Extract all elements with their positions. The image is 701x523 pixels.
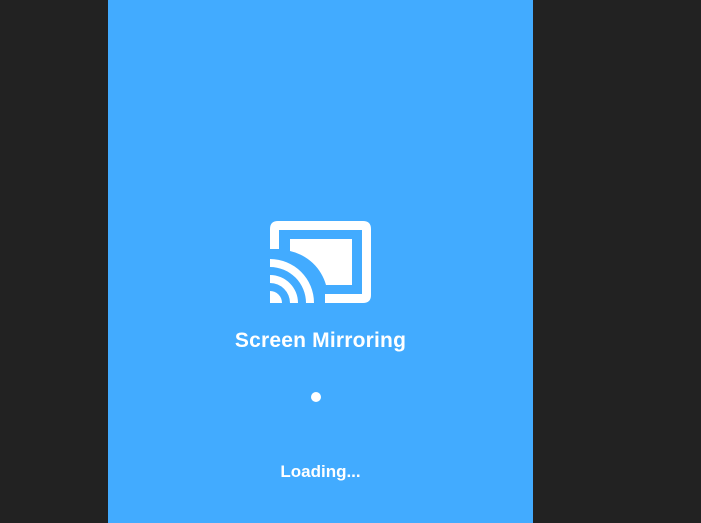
screen-cast-icon [270, 221, 371, 303]
loading-indicator-dot [311, 392, 321, 402]
splash-screen: Screen Mirroring Loading... [108, 0, 533, 523]
window-background: Screen Mirroring Loading... [0, 0, 701, 523]
loading-text: Loading... [280, 462, 361, 481]
app-title: Screen Mirroring [234, 329, 407, 352]
